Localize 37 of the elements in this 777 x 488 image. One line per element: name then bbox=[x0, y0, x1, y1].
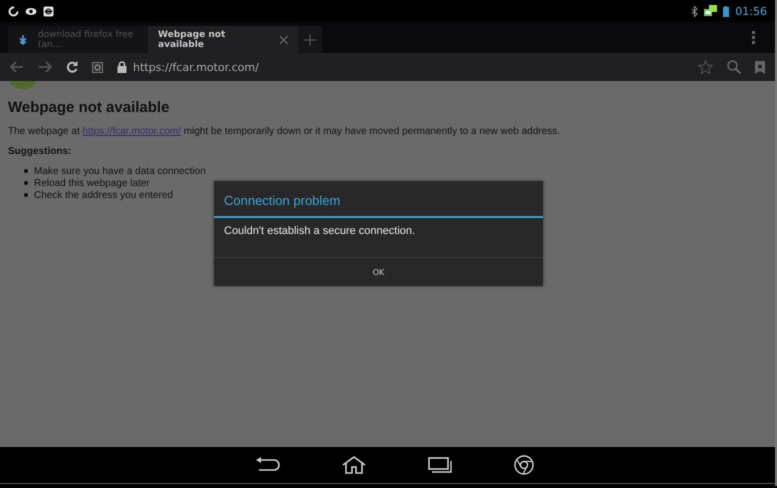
star-icon[interactable] bbox=[698, 60, 713, 74]
back-icon[interactable] bbox=[256, 457, 280, 473]
bullet-icon bbox=[24, 169, 28, 173]
dialog-message: Couldn't establish a secure connection. bbox=[214, 218, 543, 258]
page-heading: Webpage not available bbox=[8, 99, 170, 116]
bookmark-icon[interactable] bbox=[755, 60, 765, 74]
ok-button[interactable]: OK bbox=[214, 258, 543, 286]
forward-icon[interactable] bbox=[38, 61, 52, 73]
bullet-icon bbox=[24, 181, 28, 185]
download-icon bbox=[18, 34, 28, 46]
suggestion-text: Make sure you have a data connection bbox=[34, 166, 206, 176]
sync-icon bbox=[8, 6, 19, 16]
overflow-menu-icon[interactable] bbox=[752, 31, 755, 44]
suggestion-text: Check the address you entered bbox=[34, 190, 173, 200]
error-message: The webpage at https://fcar.motor.com/ might be temporarily down or it may have moved permanently to a new web address. bbox=[8, 126, 561, 137]
eye-icon bbox=[25, 6, 37, 16]
suggestion-text: Reload this webpage later bbox=[34, 178, 150, 188]
bluetooth-icon bbox=[691, 6, 698, 16]
dialog-title: Connection problem bbox=[214, 181, 543, 218]
plus-icon bbox=[304, 34, 316, 46]
browser-icon[interactable] bbox=[514, 455, 534, 475]
suggestions-heading: Suggestions: bbox=[8, 146, 72, 157]
close-icon[interactable] bbox=[278, 34, 288, 44]
site-icon bbox=[92, 62, 103, 72]
network-icon bbox=[704, 5, 718, 17]
new-tab-button[interactable] bbox=[298, 26, 322, 53]
bullet-icon bbox=[24, 193, 28, 197]
search-icon[interactable] bbox=[727, 60, 741, 74]
home-icon[interactable] bbox=[342, 456, 366, 474]
recent-apps-icon[interactable] bbox=[428, 457, 452, 473]
app-icon bbox=[43, 6, 54, 16]
battery-icon bbox=[723, 6, 730, 16]
clock: 01:56 bbox=[735, 4, 767, 18]
lock-icon bbox=[117, 61, 127, 73]
reload-icon[interactable] bbox=[66, 61, 78, 73]
browser-tab[interactable]: Webpage not available bbox=[148, 26, 298, 53]
url-field[interactable]: https://fcar.motor.com/ bbox=[133, 60, 259, 74]
